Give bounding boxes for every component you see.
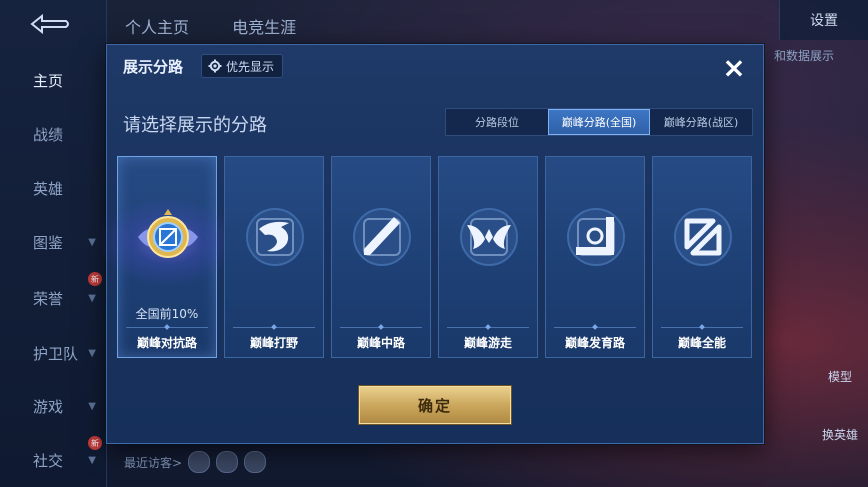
split-square-icon	[674, 208, 732, 266]
divider	[340, 327, 422, 328]
divider	[126, 327, 208, 328]
lane-label: 巅峰打野	[249, 336, 298, 350]
avatar[interactable]	[244, 451, 267, 473]
lane-label: 巅峰全能	[677, 336, 726, 350]
corner-lane-icon	[567, 208, 625, 266]
gear-icon	[208, 59, 222, 73]
lane-label: 巅峰游走	[463, 336, 512, 350]
dialog-title: 展示分路	[123, 58, 184, 76]
settings-button[interactable]: 设置	[779, 0, 868, 40]
chevron-down-icon: ▼	[88, 400, 96, 412]
nav-item-honor[interactable]: 荣誉 ▼	[0, 280, 106, 316]
divider	[554, 327, 636, 328]
lane-card-adc[interactable]: 巅峰发育路	[545, 156, 645, 358]
close-icon[interactable]: ×	[719, 53, 749, 83]
nav-item-hero[interactable]: 英雄	[0, 170, 106, 206]
tab-lane-rank[interactable]: 分路段位	[446, 109, 548, 135]
lane-card-support[interactable]: 巅峰游走	[438, 156, 538, 358]
lane-source-tabs: 分路段位 巅峰分路(全国) 巅峰分路(战区)	[445, 108, 753, 136]
chevron-down-icon: ▼	[88, 292, 96, 304]
lane-label: 巅峰对抗路	[136, 336, 197, 350]
top-tabs: 个人主页 电竞生涯	[125, 14, 334, 38]
wings-icon	[460, 208, 518, 266]
new-badge: 新	[88, 436, 102, 450]
lane-display-dialog: 展示分路 优先显示 × 请选择展示的分路 分路段位 巅峰分路(全国) 巅峰分路(…	[98, 44, 764, 444]
crest-emblem-icon	[138, 209, 198, 258]
nav-item-record[interactable]: 战绩	[0, 116, 106, 152]
tab-profile[interactable]: 个人主页	[125, 18, 189, 37]
divider	[233, 327, 315, 328]
nav-item-guard[interactable]: 护卫队 ▼	[0, 335, 106, 371]
lane-label: 巅峰中路	[356, 336, 405, 350]
priority-display-button[interactable]: 优先显示	[201, 54, 284, 78]
divider	[661, 327, 743, 328]
diagonal-lane-icon	[353, 208, 411, 266]
top-right-bar: 设置	[779, 0, 868, 40]
dragon-icon	[246, 208, 304, 266]
left-nav: 主页 战绩 英雄 图鉴 ▼ 荣誉 ▼ 新 护卫队 ▼ 游戏 ▼ 社交 ▼ 新	[0, 0, 107, 487]
tab-peak-lane-national[interactable]: 巅峰分路(全国)	[548, 109, 650, 135]
chevron-down-icon: ▼	[88, 454, 96, 466]
right-hint-text: 和数据展示	[773, 49, 834, 63]
avatar[interactable]	[188, 451, 211, 473]
lane-card-jungle[interactable]: 巅峰打野	[224, 156, 324, 358]
tab-esports[interactable]: 电竞生涯	[232, 18, 296, 37]
lane-cards: 全国前10% 巅峰对抗路 巅峰打野 巅峰中路 巅峰游走 巅峰发育路 巅峰全能	[98, 156, 752, 358]
avatar[interactable]	[216, 451, 239, 473]
lane-card-mid[interactable]: 巅峰中路	[331, 156, 431, 358]
swap-hero-button[interactable]: 换英雄	[822, 426, 858, 443]
back-arrow-icon[interactable]	[28, 12, 72, 36]
nav-item-home[interactable]: 主页	[0, 62, 106, 98]
confirm-button[interactable]: 确定	[359, 386, 511, 424]
rank-percent: 全国前10%	[135, 307, 199, 321]
nav-item-game[interactable]: 游戏 ▼	[0, 388, 106, 424]
lane-card-all-round[interactable]: 巅峰全能	[652, 156, 752, 358]
model-button[interactable]: 模型	[828, 368, 852, 385]
chevron-down-icon: ▼	[88, 236, 96, 248]
lane-label: 巅峰发育路	[564, 336, 625, 350]
tab-peak-lane-region[interactable]: 巅峰分路(战区)	[650, 109, 752, 135]
dialog-subtitle: 请选择展示的分路	[123, 115, 267, 136]
nav-item-codex[interactable]: 图鉴 ▼	[0, 224, 106, 260]
recent-visitors[interactable]: 最近访客>	[124, 451, 267, 473]
divider	[447, 327, 529, 328]
chevron-down-icon: ▼	[88, 347, 96, 359]
lane-card-top[interactable]: 全国前10% 巅峰对抗路	[98, 156, 238, 358]
